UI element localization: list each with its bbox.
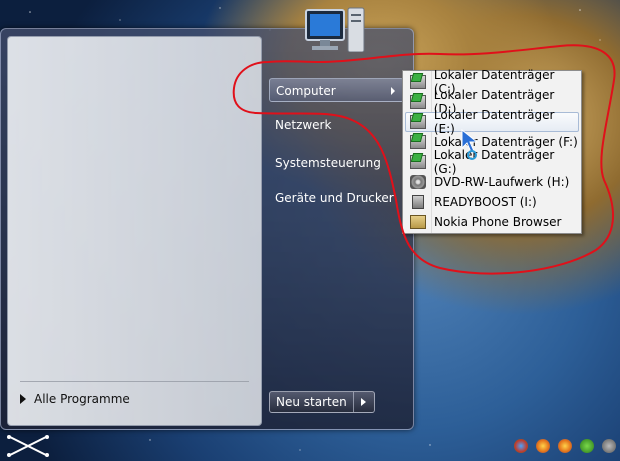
- divider: [20, 381, 249, 382]
- submenu-item-drive-e[interactable]: Lokaler Datenträger (E:): [405, 108, 579, 136]
- start-item-label: Systemsteuerung: [275, 156, 381, 170]
- hard-drive-icon: [410, 135, 426, 149]
- hard-drive-icon: [410, 155, 426, 169]
- start-item-devices-printers[interactable]: Geräte und Drucker: [269, 186, 404, 210]
- start-item-label: Netzwerk: [275, 118, 332, 132]
- all-programs-label: Alle Programme: [34, 392, 130, 406]
- start-item-network[interactable]: Netzwerk: [269, 113, 404, 137]
- shutdown-options-arrow-button[interactable]: [354, 392, 374, 412]
- start-item-computer[interactable]: Computer: [269, 78, 404, 102]
- hard-drive-icon: [410, 75, 426, 89]
- hard-drive-icon: [410, 115, 426, 129]
- start-menu: Alle Programme Computer Netzwerk Systems…: [0, 28, 414, 430]
- chevron-right-icon: [391, 87, 395, 95]
- start-item-control-panel[interactable]: Systemsteuerung: [269, 151, 404, 175]
- hard-drive-icon: [410, 95, 426, 109]
- notification-area: [514, 439, 616, 455]
- submenu-item-readyboost-i[interactable]: READYBOOST (I:): [405, 192, 579, 212]
- submenu-item-label: READYBOOST (I:): [434, 195, 537, 209]
- usb-drive-icon: [412, 195, 424, 209]
- firefox-icon[interactable]: [558, 439, 572, 453]
- mouse-cursor-icon: [461, 128, 479, 160]
- tray-app-icon[interactable]: [602, 439, 616, 453]
- submenu-item-dvd-h[interactable]: DVD-RW-Laufwerk (H:): [405, 172, 579, 192]
- start-menu-programs-pane: Alle Programme: [7, 36, 262, 426]
- dvd-drive-icon: [410, 175, 426, 189]
- submenu-item-label: Lokaler Datenträger (F:): [434, 135, 578, 149]
- crossed-bones-logo-icon: [7, 435, 49, 457]
- start-item-label: Computer: [276, 84, 336, 98]
- restart-button[interactable]: Neu starten: [270, 392, 354, 412]
- firefox-icon[interactable]: [536, 439, 550, 453]
- all-programs-button[interactable]: Alle Programme: [20, 389, 130, 409]
- start-item-label: Geräte und Drucker: [275, 191, 394, 205]
- network-icon[interactable]: [514, 439, 528, 453]
- submenu-item-drive-g[interactable]: Lokaler Datenträger (G:): [405, 148, 579, 176]
- submenu-item-label: DVD-RW-Laufwerk (H:): [434, 175, 570, 189]
- computer-icon: [305, 7, 365, 52]
- computer-submenu: Lokaler Datenträger (C:) Lokaler Datentr…: [402, 68, 582, 234]
- submenu-item-nokia-phone-browser[interactable]: Nokia Phone Browser: [405, 212, 579, 232]
- triangle-right-icon: [20, 394, 26, 404]
- restart-button-group: Neu starten: [269, 391, 375, 413]
- submenu-item-label: Nokia Phone Browser: [434, 215, 562, 229]
- phone-browser-icon: [410, 215, 426, 229]
- tray-app-icon[interactable]: [580, 439, 594, 453]
